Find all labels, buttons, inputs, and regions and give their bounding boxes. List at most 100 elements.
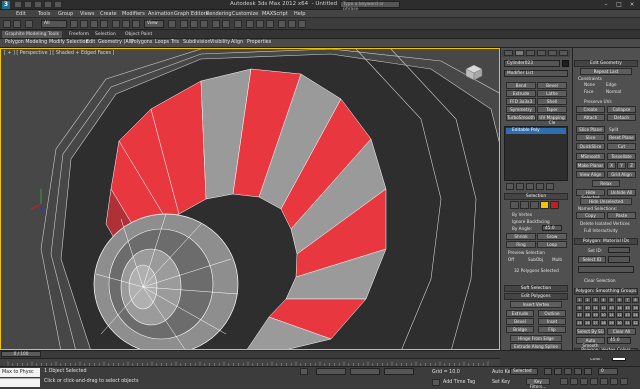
selection-rollout-header[interactable]: Selection [504, 193, 568, 200]
open-file-icon[interactable] [24, 1, 32, 8]
clear-all-button[interactable]: Clear All [607, 328, 636, 335]
maximize-viewport-icon[interactable] [620, 378, 628, 385]
attach-button[interactable]: Attach [576, 114, 605, 121]
hierarchy-tab-icon[interactable] [526, 50, 535, 56]
smoothing-group-14-button[interactable]: 14 [616, 304, 623, 311]
show-end-result-icon[interactable] [516, 183, 524, 190]
layer-manager-icon[interactable] [234, 20, 242, 28]
set-id-spinner[interactable] [608, 247, 630, 253]
extrude-button[interactable]: Extrude [506, 310, 534, 317]
menu-edit[interactable]: Edit [16, 11, 26, 17]
constraint-none-radio[interactable]: None [584, 82, 595, 87]
add-time-tag-label[interactable]: Add Time Tag [443, 380, 475, 385]
menu-help[interactable]: Help [294, 11, 305, 17]
zoom-extents-icon[interactable] [580, 378, 588, 385]
constraint-normal-radio[interactable]: Normal [606, 89, 621, 94]
panel-align[interactable]: Align [231, 40, 243, 45]
smoothing-group-24-button[interactable]: 24 [632, 312, 639, 318]
smoothing-group-29-button[interactable]: 29 [608, 319, 615, 326]
constraint-face-radio[interactable]: Face [584, 89, 593, 94]
search-input[interactable]: Type a keyword or phrase [340, 1, 400, 12]
smoothing-group-6-button[interactable]: 6 [616, 297, 623, 303]
element-mode-icon[interactable] [550, 201, 559, 209]
edit-geometry-rollout-header[interactable]: Edit Geometry [574, 60, 638, 67]
rendered-frame-window-icon[interactable] [288, 20, 296, 28]
undo-toolbar-icon[interactable] [3, 20, 11, 28]
link-icon[interactable] [25, 20, 33, 28]
save-file-icon[interactable] [34, 1, 42, 8]
smoothing-group-3-button[interactable]: 3 [592, 297, 599, 303]
hinge-from-edge-button[interactable]: Hinge From Edge [510, 335, 562, 342]
region-select-icon[interactable] [90, 20, 98, 28]
close-button[interactable]: × [626, 1, 638, 8]
remove-modifier-icon[interactable] [536, 183, 544, 190]
smoothing-group-9-button[interactable]: 9 [576, 304, 583, 311]
ignore-backfacing-checkbox[interactable]: Ignore Backfacing [512, 219, 550, 224]
minimize-button[interactable]: – [600, 1, 612, 8]
modify-tab-icon[interactable] [515, 50, 524, 56]
ring-button[interactable]: Ring [506, 241, 536, 248]
orbit-icon[interactable] [610, 378, 618, 385]
utilities-tab-icon[interactable] [559, 50, 568, 56]
smoothing-group-17-button[interactable]: 17 [576, 312, 583, 318]
material-editor-icon[interactable] [266, 20, 274, 28]
schematic-view-icon[interactable] [256, 20, 264, 28]
panel-tris[interactable]: Tris [171, 40, 179, 45]
edge-mode-icon[interactable] [520, 201, 529, 209]
bend-button[interactable]: Bend [506, 82, 536, 89]
clear-selection-checkbox[interactable]: Clear Selection [584, 278, 616, 283]
reset-plane-button[interactable]: Reset Plane [607, 134, 636, 141]
tab-graphite-modeling-tools[interactable]: Graphite Modeling Tools [2, 31, 63, 38]
uv-mapping-button[interactable]: UV Mapping Cle [537, 114, 567, 125]
smoothing-group-7-button[interactable]: 7 [624, 297, 631, 303]
pan-icon[interactable] [600, 378, 608, 385]
select-object-icon[interactable] [70, 20, 78, 28]
menu-tools[interactable]: Tools [38, 11, 50, 17]
viewcube-icon[interactable] [463, 63, 485, 81]
turbosmooth-button[interactable]: TurboSmooth [506, 114, 536, 121]
maximize-button[interactable]: □ [613, 1, 625, 8]
menu-rendering[interactable]: Rendering [206, 11, 232, 17]
angle-snap-icon[interactable] [190, 20, 198, 28]
extrude-along-spline-button[interactable]: Extrude Along Spline [510, 343, 562, 350]
zoom-icon[interactable] [560, 378, 568, 385]
flip-button[interactable]: Flip [538, 326, 566, 333]
grid-align-button[interactable]: Grid Align [607, 171, 636, 178]
symmetry-button[interactable]: Symmetry [506, 106, 536, 113]
planar-x-button[interactable]: X [607, 162, 616, 169]
polygon-mode-icon[interactable] [540, 201, 549, 209]
make-unique-icon[interactable] [526, 183, 534, 190]
tab-freeform[interactable]: Freeform [66, 31, 92, 38]
loop-button[interactable]: Loop [537, 241, 567, 248]
smoothing-group-30-button[interactable]: 30 [616, 319, 623, 326]
snap-toggle-icon[interactable] [180, 20, 188, 28]
angle-spinner[interactable]: 45.0 [542, 225, 562, 231]
object-name-field[interactable]: Cylinder023 [504, 60, 560, 67]
align-icon[interactable] [222, 20, 230, 28]
panel-visibility[interactable]: Visibility [210, 40, 230, 45]
move-icon[interactable] [112, 20, 120, 28]
by-angle-checkbox[interactable]: By Angle: [512, 226, 532, 231]
maxscript-output-line[interactable] [0, 378, 40, 387]
shrink-button[interactable]: Shrink [506, 233, 536, 240]
key-filters-button[interactable]: Key Filters... [526, 378, 550, 389]
smoothing-group-18-button[interactable]: 18 [584, 312, 591, 318]
select-by-sg-button[interactable]: Select By SG [576, 328, 605, 335]
smoothing-group-12-button[interactable]: 12 [600, 304, 607, 311]
redo-toolbar-icon[interactable] [13, 20, 21, 28]
repeat-last-button[interactable]: Repeat Last [580, 68, 632, 75]
create-tab-icon[interactable] [504, 50, 513, 56]
hide-selected-button[interactable]: Hide Selected [576, 189, 605, 200]
smoothing-group-1-button[interactable]: 1 [576, 297, 583, 303]
soft-selection-rollout-header[interactable]: Soft Selection [504, 285, 568, 292]
modifier-stack[interactable] [504, 126, 568, 181]
select-id-button[interactable]: Select ID [578, 256, 606, 263]
timeline[interactable] [0, 350, 640, 358]
slice-button[interactable]: Slice [576, 134, 605, 141]
time-slider[interactable]: 0 / 100 [1, 351, 41, 357]
smoothing-group-26-button[interactable]: 26 [584, 319, 591, 326]
smoothing-group-2-button[interactable]: 2 [584, 297, 591, 303]
unhide-all-button[interactable]: Unhide All [607, 189, 636, 196]
current-frame-field[interactable]: 0 [598, 368, 618, 375]
inset-button[interactable]: Inset [538, 318, 566, 325]
